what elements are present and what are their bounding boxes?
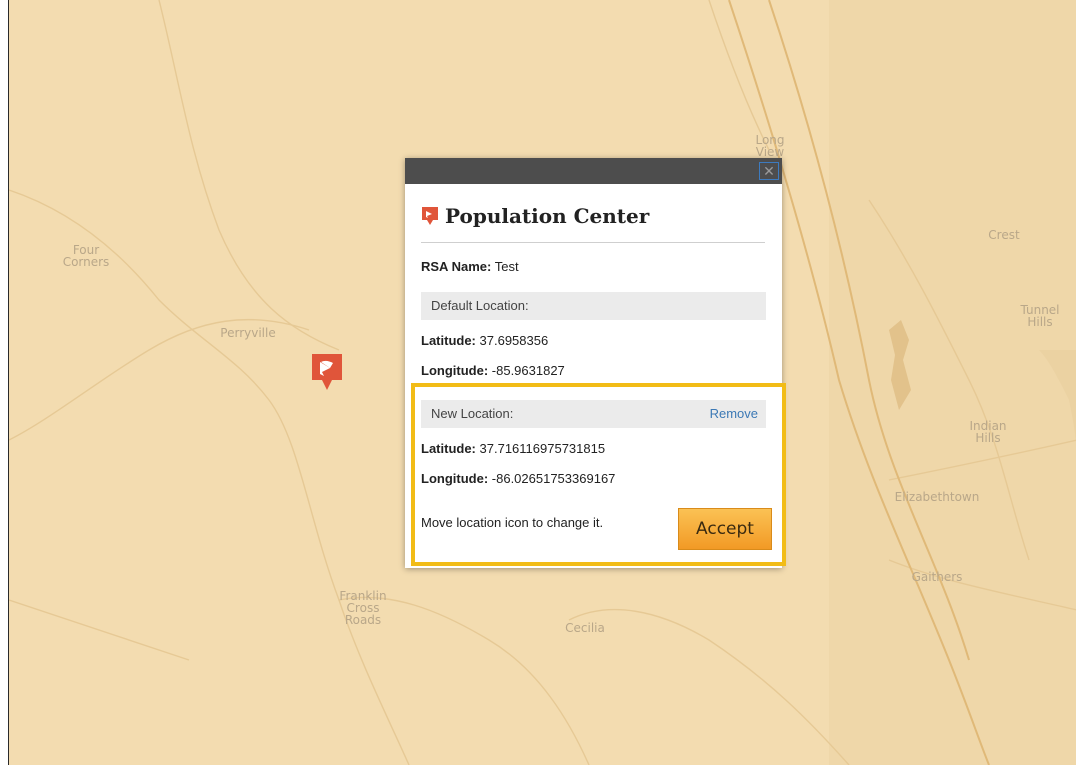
default-longitude-value: -85.9631827 <box>491 363 565 378</box>
place-label-cecilia: Cecilia <box>565 621 605 635</box>
place-label-tunnel-hills: Tunnel Hills <box>1020 303 1060 329</box>
new-location-bar: New Location: Remove <box>421 400 766 428</box>
default-latitude-row: Latitude: 37.6958356 <box>421 333 548 348</box>
place-label-franklin-cross-roads: Franklin Cross Roads <box>339 589 387 627</box>
move-hint: Move location icon to change it. <box>421 515 604 530</box>
rsa-name-label: RSA Name: <box>421 259 492 274</box>
new-location-label: New Location: <box>431 406 514 421</box>
place-label-elizabethtown: Elizabethtown <box>894 490 980 504</box>
rsa-name-row: RSA Name: Test <box>421 259 519 274</box>
default-latitude-label: Latitude: <box>421 333 476 348</box>
place-label-indian-hills: Indian Hills <box>969 419 1007 445</box>
default-location-bar: Default Location: <box>421 292 766 320</box>
map[interactable]: Long View Crest Four Corners Perryville … <box>8 0 1076 765</box>
location-flag-icon[interactable] <box>310 352 344 392</box>
popup-title: Population Center <box>445 204 650 228</box>
new-longitude-label: Longitude: <box>421 471 489 486</box>
new-latitude-value: 37.716116975731815 <box>479 441 606 456</box>
close-icon: ✕ <box>763 163 775 179</box>
default-location-label: Default Location: <box>431 298 529 313</box>
place-label-long-view: Long View <box>755 133 785 159</box>
new-longitude-row: Longitude: -86.02651753369167 <box>421 471 615 486</box>
popup-header: Population Center <box>421 202 765 243</box>
default-latitude-value: 37.6958356 <box>479 333 549 348</box>
place-label-perryville: Perryville <box>220 326 276 340</box>
population-center-popup: ✕ Population Center RSA Name: Test Defau… <box>405 158 782 568</box>
accept-button[interactable]: Accept <box>678 508 772 550</box>
place-label-crest: Crest <box>988 228 1020 242</box>
place-label-four-corners: Four Corners <box>62 243 110 269</box>
close-button[interactable]: ✕ <box>759 162 779 180</box>
new-latitude-label: Latitude: <box>421 441 476 456</box>
default-longitude-label: Longitude: <box>421 363 489 378</box>
popup-titlebar: ✕ <box>405 158 782 184</box>
location-flag-icon <box>422 207 438 225</box>
place-label-gaithers: Gaithers <box>911 570 963 584</box>
remove-link[interactable]: Remove <box>710 400 758 428</box>
new-longitude-value: -86.02651753369167 <box>491 471 616 486</box>
default-longitude-row: Longitude: -85.9631827 <box>421 363 565 378</box>
new-latitude-row: Latitude: 37.716116975731815 <box>421 441 605 456</box>
rsa-name-value: Test <box>494 259 519 274</box>
